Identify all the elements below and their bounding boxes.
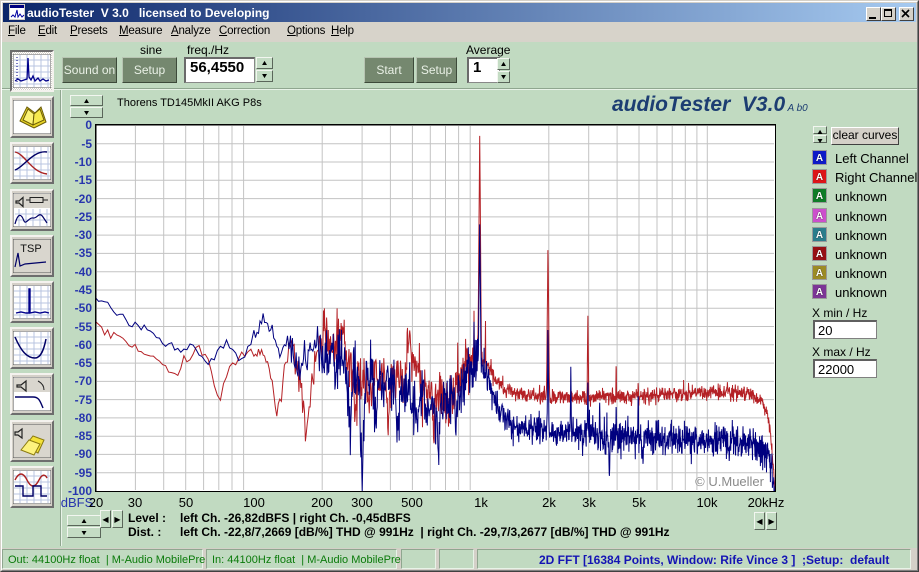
svg-text:TSP: TSP [20, 243, 41, 255]
svg-text:© U.Mueller: © U.Mueller [695, 474, 764, 489]
